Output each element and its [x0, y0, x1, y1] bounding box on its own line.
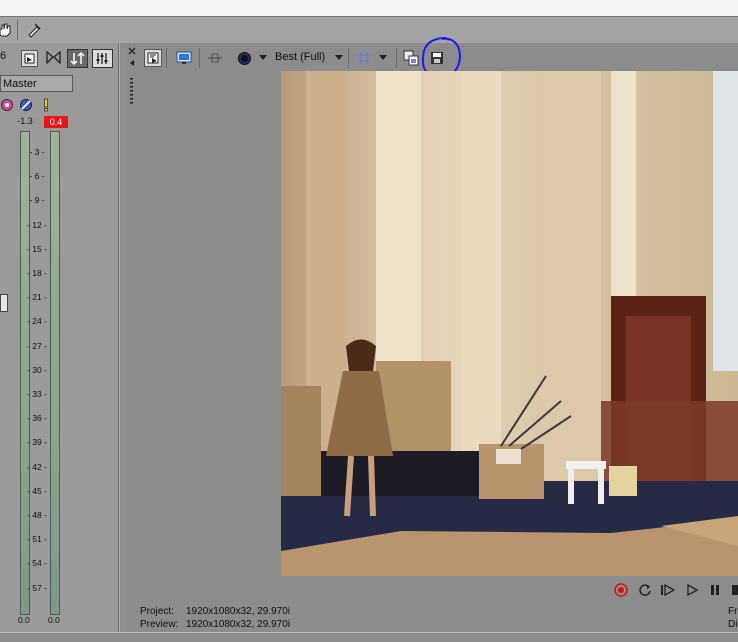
frame-label: Fr — [728, 606, 737, 617]
meter-scale-tick: - 36 - — [26, 413, 48, 423]
project-label: Project: — [140, 606, 174, 617]
preview-quality-select[interactable]: Best (Full) — [275, 51, 325, 63]
meter-left-floor: 0.0 — [18, 615, 30, 625]
meter-scale-tick: - 9 - — [26, 195, 48, 205]
video-frame — [281, 71, 738, 576]
window-docking-handle[interactable] — [126, 43, 138, 123]
meter-right — [50, 131, 60, 615]
preview-label: Preview: — [140, 619, 178, 630]
properties-icon[interactable] — [144, 49, 162, 67]
toolbar-separator — [166, 48, 167, 68]
main-toolbar — [0, 16, 738, 44]
grid-icon[interactable] — [355, 49, 373, 67]
grid-dropdown-arrow-icon[interactable] — [378, 49, 388, 67]
bus-mixer-icon[interactable] — [92, 49, 113, 68]
meter-scale-tick: - 27 - — [26, 341, 48, 351]
meter-scale-tick: - 12 - — [26, 220, 48, 230]
record-button[interactable] — [613, 582, 629, 598]
bus-downmix-icon[interactable] — [67, 49, 88, 68]
preview-value: 1920x1080x32, 29.970i — [186, 619, 290, 630]
loop-playback-button[interactable] — [637, 582, 653, 598]
meter-scale-tick: - 51 - — [26, 534, 48, 544]
external-monitor-icon[interactable] — [175, 49, 193, 67]
top-strip — [0, 0, 738, 16]
meter-scale-tick: - 42 - — [26, 462, 48, 472]
meter-right-floor: 0.0 — [48, 615, 60, 625]
bus-link-icon[interactable] — [45, 50, 62, 65]
meter-scale-tick: - 39 - — [26, 437, 48, 447]
quality-dropdown-arrow-icon[interactable] — [258, 49, 268, 67]
overlays-icon[interactable] — [235, 49, 253, 67]
toolbar-separator — [348, 48, 349, 68]
play-from-start-button[interactable] — [660, 582, 676, 598]
bus-fx-icon[interactable] — [0, 96, 16, 114]
track-number: 6 — [0, 50, 6, 62]
bus-mute-icon[interactable] — [17, 96, 35, 114]
play-button[interactable] — [684, 582, 700, 598]
meter-scale-tick: - 21 - — [26, 292, 48, 302]
peak-left-value: -1.3 — [14, 116, 36, 126]
meter-scale-tick: - 33 - — [26, 389, 48, 399]
split-screen-icon[interactable] — [206, 49, 224, 67]
stop-button[interactable] — [727, 582, 738, 598]
meter-scale-tick: - 18 - — [26, 268, 48, 278]
meter-scale-tick: - 57 - — [26, 583, 48, 593]
hand-tool-icon[interactable] — [0, 21, 14, 39]
meter-scale-tick: - 54 - — [26, 558, 48, 568]
meter-scale-tick: - 45 - — [26, 486, 48, 496]
peak-right-clip-indicator[interactable]: 0.4 — [44, 116, 68, 128]
meter-scale-tick: - 6 - — [26, 171, 48, 181]
project-value: 1920x1080x32, 29.970i — [186, 606, 290, 617]
bus-properties-icon[interactable] — [21, 50, 38, 67]
bus-solo-icon[interactable] — [37, 96, 55, 114]
toolbar-separator — [17, 20, 18, 40]
display-label: Di — [728, 619, 737, 630]
meter-scale-tick: - 24 - — [26, 316, 48, 326]
meter-scale-tick: - 3 - — [26, 147, 48, 157]
toolbar-separator — [199, 48, 200, 68]
master-bus-label: Master — [0, 75, 73, 92]
pause-button[interactable] — [707, 582, 723, 598]
meter-scale-tick: - 15 - — [26, 244, 48, 254]
bus-fader-handle[interactable] — [0, 294, 8, 312]
meter-scale-tick: - 48 - — [26, 510, 48, 520]
toolbar-separator — [396, 48, 397, 68]
quality-dropdown-chevron-icon[interactable] — [334, 49, 344, 67]
edit-tool-icon[interactable] — [25, 21, 43, 39]
meter-scale-tick: - 30 - — [26, 365, 48, 375]
